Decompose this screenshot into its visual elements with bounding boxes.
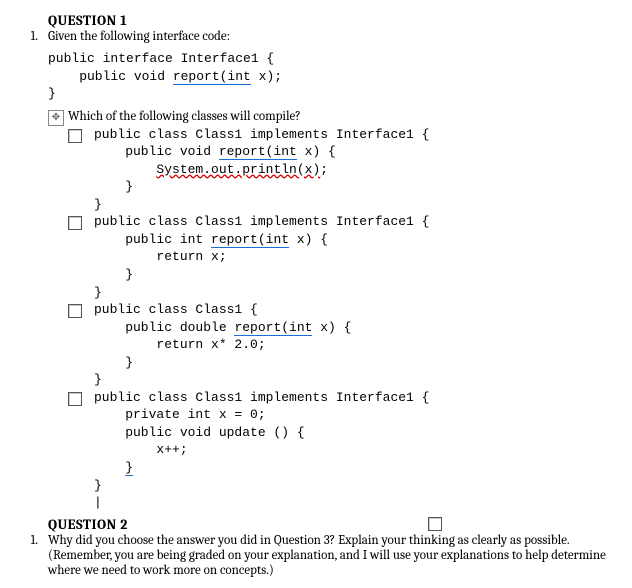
question-1-header: QUESTION 1	[48, 12, 612, 29]
q2-checkbox[interactable]	[428, 517, 442, 531]
option-a-row: public class Class1 implements Interface…	[68, 126, 612, 214]
spell-flag: System.out.println(x)	[156, 162, 320, 177]
option-b-code: public class Class1 implements Interface…	[94, 213, 429, 301]
option-c-code: public class Class1 { public double repo…	[94, 301, 351, 389]
question-2-header-row: QUESTION 2	[48, 516, 612, 533]
option-b-row: public class Class1 implements Interface…	[68, 213, 612, 301]
text-cursor: |	[94, 495, 102, 510]
grammar-flag: report(int	[173, 69, 251, 85]
q1-prompt-text: Given the following interface code:	[48, 29, 612, 44]
table-move-handle-icon[interactable]: ✥	[48, 110, 64, 126]
q2-prompt-row: 1. Why did you choose the answer you did…	[20, 533, 612, 578]
option-d-code: public class Class1 implements Interface…	[94, 389, 429, 512]
list-number: 1.	[20, 29, 38, 44]
q1-subquestion-text: Which of the following classes will comp…	[68, 109, 612, 124]
option-b-checkbox[interactable]	[68, 216, 82, 230]
option-a-checkbox[interactable]	[68, 129, 82, 143]
option-d-checkbox[interactable]	[68, 392, 82, 406]
q1-interface-code: public interface Interface1 { public voi…	[48, 50, 612, 103]
q2-prompt-text: Why did you choose the answer you did in…	[48, 533, 612, 578]
q1-subquestion-row: ✥ Which of the following classes will co…	[48, 109, 612, 126]
option-d-row: public class Class1 implements Interface…	[68, 389, 612, 512]
option-a-code: public class Class1 implements Interface…	[94, 126, 429, 214]
list-number: 1.	[20, 533, 38, 548]
option-c-row: public class Class1 { public double repo…	[68, 301, 612, 389]
q1-prompt-row: 1. Given the following interface code:	[20, 29, 612, 44]
option-c-checkbox[interactable]	[68, 304, 82, 318]
question-2-header: QUESTION 2	[48, 516, 128, 533]
